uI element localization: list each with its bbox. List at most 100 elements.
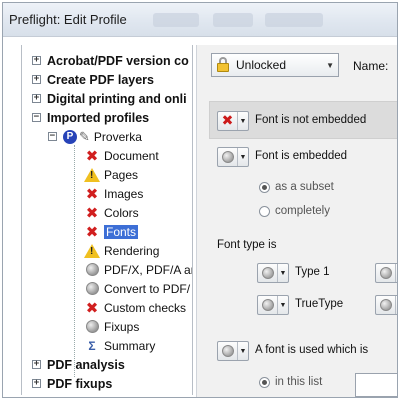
grey-status-dot-icon — [376, 296, 396, 314]
tree-item-label: Colors — [104, 205, 139, 220]
chevron-down-icon: ▼ — [279, 301, 287, 309]
radio-as-subset[interactable] — [259, 182, 270, 193]
tree-item-label: PDF analysis — [47, 357, 125, 372]
tree-item-label: PDF/X, PDF/A ar — [104, 262, 193, 277]
severity-button-font-used[interactable]: ▼ — [217, 341, 249, 361]
option-font-embedded: Font is embedded — [255, 150, 348, 162]
tree-item-images[interactable]: ✖ Images — [84, 184, 144, 203]
expand-icon[interactable]: + — [32, 379, 41, 388]
tree-item-label: Imported profiles — [47, 110, 150, 125]
error-x-icon: ✖ — [85, 222, 99, 241]
tree-item-label: Digital printing and onli — [47, 91, 187, 106]
tree-connector — [74, 145, 75, 377]
grey-status-dot-icon — [258, 296, 278, 314]
collapse-icon[interactable]: − — [32, 113, 41, 122]
blurred-tab — [153, 13, 199, 27]
wrench-icon: ✎ — [79, 128, 90, 144]
tree-item-colors[interactable]: ✖ Colors — [84, 203, 139, 222]
error-x-icon: ✖ — [85, 146, 99, 165]
check-settings-panel: Unlocked ▼ Name: ✖ ▼ Font is not embedde… — [196, 45, 397, 397]
blurred-tab — [213, 13, 253, 27]
severity-button-not-embedded[interactable]: ✖ ▼ — [217, 111, 249, 131]
grey-status-dot-icon — [218, 342, 238, 360]
tree-item-label: Summary — [104, 338, 156, 353]
expand-icon[interactable]: + — [32, 360, 41, 369]
tree-item-label: Proverka — [93, 129, 142, 144]
tree-item-label: Fonts — [104, 224, 139, 239]
tree-item-summary[interactable]: Σ Summary — [84, 336, 155, 355]
tree-item-rendering[interactable]: Rendering — [84, 241, 159, 260]
tree-item-label: Document — [104, 148, 159, 163]
expand-icon[interactable]: + — [32, 56, 41, 65]
option-font-used-which-is: A font is used which is — [255, 344, 369, 356]
tree-item-pages[interactable]: Pages — [84, 165, 138, 184]
tree-item-pdf-analysis[interactable]: + PDF analysis — [32, 355, 125, 374]
grey-status-dot-icon — [218, 148, 238, 166]
blurred-tab — [265, 13, 323, 27]
option-truetype: TrueType — [295, 298, 344, 310]
tree-item-label: Create PDF layers — [47, 72, 155, 87]
font-list-input[interactable] — [355, 373, 397, 397]
grey-status-dot-icon — [84, 319, 100, 335]
option-type1: Type 1 — [295, 266, 330, 278]
radio-label-completely: completely — [275, 205, 330, 217]
radio-label-as-subset: as a subset — [275, 181, 334, 193]
tree-item-create-pdf-layers[interactable]: + Create PDF layers — [32, 70, 154, 89]
tree-item-fonts[interactable]: ✖ Fonts — [84, 222, 139, 241]
grey-status-dot-icon — [258, 264, 278, 282]
severity-button-type-next[interactable] — [375, 263, 397, 283]
tree-item-pdf-fixups[interactable]: + PDF fixups — [32, 374, 112, 393]
chevron-down-icon: ▼ — [279, 269, 287, 277]
tree-item-convert-to-pdf[interactable]: Convert to PDF/ — [84, 279, 190, 298]
warning-icon — [84, 243, 100, 259]
tree-item-label: PDF fixups — [47, 376, 113, 391]
name-label: Name: — [353, 59, 389, 73]
lock-dropdown[interactable]: Unlocked ▼ — [211, 53, 339, 77]
tree-item-fixups[interactable]: Fixups — [84, 317, 139, 336]
lock-dropdown-value: Unlocked — [236, 58, 287, 72]
tree-item-acrobat-pdf-version[interactable]: + Acrobat/PDF version co — [32, 51, 189, 70]
expand-icon[interactable]: + — [32, 94, 41, 103]
error-x-icon: ✖ — [85, 298, 99, 317]
tree-item-label: Rendering — [104, 243, 160, 258]
title-bar: Preflight: Edit Profile — [3, 3, 397, 37]
tree-item-profile-proverka[interactable]: − P ✎ Proverka — [48, 127, 142, 146]
tree-item-digital-printing[interactable]: + Digital printing and onli — [32, 89, 187, 108]
tree-item-label: Pages — [104, 167, 139, 182]
error-x-icon: ✖ — [85, 203, 99, 222]
severity-button-type1[interactable]: ▼ — [257, 263, 289, 283]
radio-label-in-this-list: in this list — [275, 376, 323, 388]
radio-in-this-list[interactable] — [259, 377, 270, 388]
tree-item-label: Images — [104, 186, 144, 201]
tree-item-imported-profiles[interactable]: − Imported profiles — [32, 108, 149, 127]
tree-item-label: Convert to PDF/ — [104, 281, 191, 296]
window-title: Preflight: Edit Profile — [9, 12, 127, 27]
grey-status-dot-icon — [84, 262, 100, 278]
tree-item-document[interactable]: ✖ Document — [84, 146, 159, 165]
radio-completely[interactable] — [259, 206, 270, 217]
expand-icon[interactable]: + — [32, 75, 41, 84]
summary-icon: Σ — [88, 338, 96, 353]
font-type-heading: Font type is — [217, 239, 277, 251]
severity-button-truetype[interactable]: ▼ — [257, 295, 289, 315]
grey-status-dot-icon — [376, 264, 396, 282]
tree-item-label: Fixups — [104, 319, 140, 334]
tree-item-custom-checks[interactable]: ✖ Custom checks — [84, 298, 186, 317]
chevron-down-icon: ▼ — [326, 61, 334, 70]
chevron-down-icon: ▼ — [239, 117, 247, 125]
preflight-window: Preflight: Edit Profile + Acrobat/PDF ve… — [2, 2, 398, 398]
severity-button-embedded[interactable]: ▼ — [217, 147, 249, 167]
option-font-not-embedded: Font is not embedded — [255, 114, 367, 126]
chevron-down-icon: ▼ — [239, 347, 247, 355]
tree-item-label: Acrobat/PDF version co — [47, 53, 189, 68]
grey-status-dot-icon — [84, 281, 100, 297]
collapse-icon[interactable]: − — [48, 132, 57, 141]
severity-button-truetype-next[interactable] — [375, 295, 397, 315]
chevron-down-icon: ▼ — [239, 153, 247, 161]
error-x-icon: ✖ — [85, 184, 99, 203]
profile-tree[interactable]: + Acrobat/PDF version co + Create PDF la… — [21, 45, 193, 395]
padlock-icon — [215, 57, 233, 73]
profile-p-icon: P — [63, 129, 77, 144]
tree-item-label: Custom checks — [104, 300, 187, 315]
tree-item-pdfx-pdfa[interactable]: PDF/X, PDF/A ar — [84, 260, 193, 279]
